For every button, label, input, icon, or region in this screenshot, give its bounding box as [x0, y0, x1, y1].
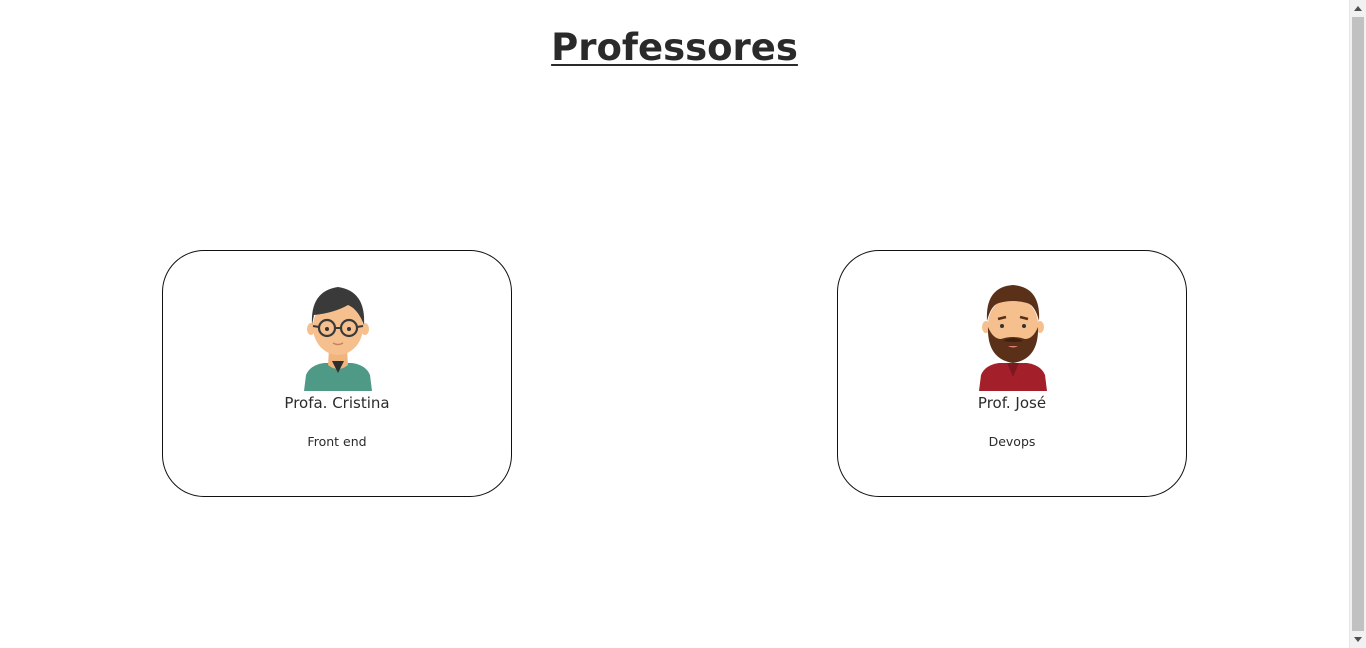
vertical-scrollbar[interactable] [1349, 0, 1366, 648]
woman-avatar-icon [304, 287, 372, 391]
scroll-down-arrow-icon[interactable] [1350, 631, 1366, 648]
page-title: Professores [551, 26, 798, 69]
page: Professores Profa. Cristina Front end Pr… [0, 0, 1349, 648]
teacher-card-jose: Prof. José Devops [837, 250, 1187, 497]
teacher-card-cristina: Profa. Cristina Front end [162, 250, 512, 497]
teacher-name: Profa. Cristina [284, 394, 390, 412]
bearded-man-avatar-icon [979, 285, 1047, 391]
scroll-up-arrow-icon[interactable] [1350, 0, 1366, 17]
teacher-name: Prof. José [977, 394, 1047, 412]
teacher-role: Front end [307, 434, 367, 449]
teacher-role: Devops [988, 434, 1036, 449]
scrollbar-thumb[interactable] [1352, 17, 1364, 631]
